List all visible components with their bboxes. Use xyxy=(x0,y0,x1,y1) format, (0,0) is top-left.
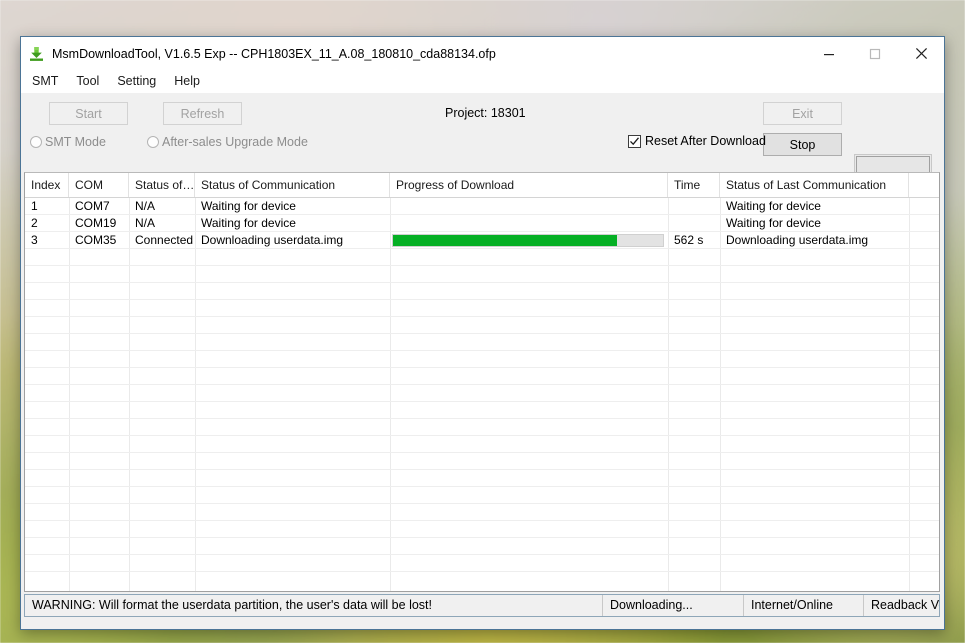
status-network-state: Internet/Online xyxy=(743,595,863,616)
row-divider xyxy=(25,418,939,419)
row-divider xyxy=(25,384,939,385)
cell-last: Waiting for device xyxy=(726,199,821,213)
column-header-comm[interactable]: Status of Communication xyxy=(195,173,390,197)
column-divider xyxy=(909,198,910,591)
row-divider xyxy=(25,452,939,453)
refresh-button[interactable]: Refresh xyxy=(163,102,242,125)
device-table[interactable]: Index COM Status of… Status of Communicatio… xyxy=(24,172,940,592)
column-header-progress[interactable]: Progress of Download xyxy=(390,173,668,197)
cell-com: COM35 xyxy=(75,233,117,247)
row-divider xyxy=(25,282,939,283)
menu-item-help[interactable]: Help xyxy=(170,73,209,90)
column-divider xyxy=(668,198,669,591)
close-button[interactable] xyxy=(898,38,944,70)
status-bar: WARNING: Will format the userdata partit… xyxy=(24,594,940,617)
column-divider xyxy=(69,198,70,591)
radio-unselected-icon xyxy=(30,136,42,148)
radio-after-sales-label: After-sales Upgrade Mode xyxy=(162,135,308,149)
download-progress-bar xyxy=(392,234,664,247)
minimize-icon xyxy=(824,53,834,55)
checkbox-checked-icon xyxy=(628,134,641,148)
msm-download-tool-window: MsmDownloadTool, V1.6.5 Exp -- CPH1803EX… xyxy=(20,36,945,630)
cell-status: Connected xyxy=(135,233,194,247)
download-progress-fill xyxy=(393,235,618,246)
exit-button[interactable]: Exit xyxy=(763,102,842,125)
row-divider xyxy=(25,537,939,538)
cell-index: 1 xyxy=(31,199,38,213)
column-header-time[interactable]: Time xyxy=(668,173,720,197)
menu-item-tool[interactable]: Tool xyxy=(72,73,108,90)
download-arrow-icon xyxy=(28,45,45,62)
column-header-com[interactable]: COM xyxy=(69,173,129,197)
status-download-state: Downloading... xyxy=(602,595,743,616)
column-header-extra[interactable] xyxy=(909,173,939,197)
cell-status: N/A xyxy=(135,199,156,213)
cell-comm: Waiting for device xyxy=(201,216,296,230)
radio-smt-mode[interactable]: SMT Mode xyxy=(30,135,106,149)
cell-index: 2 xyxy=(31,216,38,230)
column-divider xyxy=(390,198,391,591)
menu-bar: SMT Tool Setting Help xyxy=(21,70,944,92)
row-divider xyxy=(25,554,939,555)
cell-comm: Downloading userdata.img xyxy=(201,233,344,247)
column-divider xyxy=(195,198,196,591)
radio-smt-mode-label: SMT Mode xyxy=(45,135,106,149)
menu-item-setting[interactable]: Setting xyxy=(113,73,165,90)
row-divider xyxy=(25,520,939,521)
column-header-index[interactable]: Index xyxy=(25,173,69,197)
cell-index: 3 xyxy=(31,233,38,247)
row-divider xyxy=(25,316,939,317)
cell-last: Waiting for device xyxy=(726,216,821,230)
cell-com: COM19 xyxy=(75,216,117,230)
cell-time: 562 s xyxy=(674,233,704,247)
row-divider xyxy=(25,367,939,368)
minimize-button[interactable] xyxy=(806,38,852,70)
cell-comm: Waiting for device xyxy=(201,199,296,213)
start-button[interactable]: Start xyxy=(49,102,128,125)
row-divider xyxy=(25,435,939,436)
row-divider xyxy=(25,571,939,572)
cell-status: N/A xyxy=(135,216,156,230)
row-divider xyxy=(25,486,939,487)
status-readback-verify: Readback Verify xyxy=(863,595,939,616)
column-header-status[interactable]: Status of… xyxy=(129,173,195,197)
status-warning-text: WARNING: Will format the userdata partit… xyxy=(32,598,432,612)
cell-com: COM7 xyxy=(75,199,110,213)
toolbar: Start Refresh Exit Stop Verify Project: … xyxy=(21,92,944,218)
close-icon xyxy=(915,47,927,60)
reset-after-download-label: Reset After Download xyxy=(645,134,766,148)
menu-item-smt[interactable]: SMT xyxy=(28,73,67,90)
row-divider xyxy=(25,299,939,300)
title-bar: MsmDownloadTool, V1.6.5 Exp -- CPH1803EX… xyxy=(21,37,944,70)
row-divider xyxy=(25,469,939,470)
column-divider xyxy=(129,198,130,591)
row-divider xyxy=(25,333,939,334)
radio-after-sales-upgrade-mode[interactable]: After-sales Upgrade Mode xyxy=(147,135,308,149)
column-header-last[interactable]: Status of Last Communication xyxy=(720,173,909,197)
radio-unselected-icon xyxy=(147,136,159,148)
project-label: Project: 18301 xyxy=(445,106,526,120)
reset-after-download-checkbox[interactable]: Reset After Download xyxy=(628,134,766,148)
row-divider xyxy=(25,350,939,351)
maximize-button[interactable] xyxy=(852,38,898,70)
row-divider xyxy=(25,265,939,266)
cell-last: Downloading userdata.img xyxy=(726,233,869,247)
device-table-grid: Index COM Status of… Status of Communicatio… xyxy=(25,173,939,591)
row-divider xyxy=(25,401,939,402)
window-title: MsmDownloadTool, V1.6.5 Exp -- CPH1803EX… xyxy=(52,46,496,61)
column-divider xyxy=(720,198,721,591)
maximize-icon xyxy=(869,48,881,59)
stop-button[interactable]: Stop xyxy=(763,133,842,156)
device-table-header: Index COM Status of… Status of Communicatio… xyxy=(25,173,939,198)
row-divider xyxy=(25,503,939,504)
